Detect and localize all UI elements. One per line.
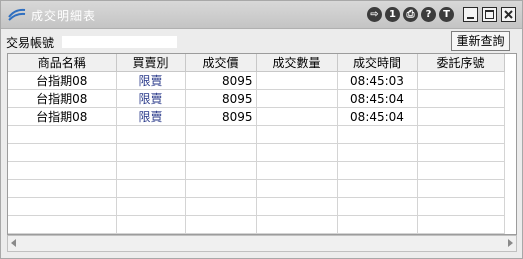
- t-icon[interactable]: T: [439, 7, 454, 22]
- close-icon: [504, 10, 513, 19]
- one-icon[interactable]: 1: [385, 7, 400, 22]
- table-row[interactable]: 台指期08 限賣 8095 08:45:03: [8, 71, 505, 90]
- maximize-icon: [485, 10, 494, 19]
- column-header[interactable]: 成交時間: [337, 54, 418, 72]
- help-icon[interactable]: ?: [421, 7, 436, 22]
- qty-cell: [256, 89, 338, 108]
- order-no-cell: [417, 71, 505, 90]
- time-cell: 08:45:03: [337, 71, 418, 90]
- window-title: 成交明細表: [31, 9, 97, 23]
- product-cell: 台指期08: [8, 71, 117, 90]
- price-cell: 8095: [185, 71, 257, 90]
- print-icon[interactable]: ⎙: [403, 7, 418, 22]
- app-logo-icon: [8, 8, 26, 21]
- trade-details-window: 成交明細表 ⇨ 1 ⎙ ? T 交易帳號 重新查詢 商品名稱 買賣別 成交價 成…: [0, 0, 523, 259]
- order-no-cell: [417, 89, 505, 108]
- column-header[interactable]: 成交價: [185, 54, 257, 72]
- close-button[interactable]: [501, 7, 516, 22]
- toolbar: 交易帳號: [1, 29, 522, 53]
- account-field[interactable]: [62, 36, 177, 48]
- column-header[interactable]: 委託序號: [417, 54, 505, 72]
- time-cell: 08:45:04: [337, 89, 418, 108]
- table-row[interactable]: 台指期08 限賣 8095 08:45:04: [8, 89, 505, 108]
- empty-row: [8, 179, 505, 198]
- side-cell: 限賣: [116, 89, 186, 108]
- minimize-icon: [467, 17, 474, 19]
- table-header: 商品名稱 買賣別 成交價 成交數量 成交時間 委託序號: [8, 54, 505, 72]
- empty-row: [8, 125, 505, 144]
- order-no-cell: [417, 107, 505, 126]
- product-cell: 台指期08: [8, 107, 117, 126]
- trade-table[interactable]: 商品名稱 買賣別 成交價 成交數量 成交時間 委託序號 台指期08 限賣 809…: [7, 53, 517, 235]
- empty-row: [8, 215, 505, 234]
- maximize-button[interactable]: [482, 7, 497, 22]
- product-cell: 台指期08: [8, 89, 117, 108]
- column-header[interactable]: 商品名稱: [8, 54, 117, 72]
- qty-cell: [256, 71, 338, 90]
- scroll-left-icon[interactable]: [11, 239, 16, 247]
- empty-row: [8, 197, 505, 216]
- account-label: 交易帳號: [6, 36, 55, 50]
- scroll-right-icon[interactable]: [508, 239, 513, 247]
- qty-cell: [256, 107, 338, 126]
- empty-row: [8, 143, 505, 162]
- table-row[interactable]: 台指期08 限賣 8095 08:45:04: [8, 107, 505, 126]
- column-header[interactable]: 買賣別: [116, 54, 186, 72]
- horizontal-scrollbar[interactable]: [7, 235, 517, 252]
- export-icon[interactable]: ⇨: [367, 7, 382, 22]
- time-cell: 08:45:04: [337, 107, 418, 126]
- minimize-button[interactable]: [463, 7, 478, 22]
- column-header[interactable]: 成交數量: [256, 54, 338, 72]
- empty-row: [8, 161, 505, 180]
- side-cell: 限賣: [116, 107, 186, 126]
- price-cell: 8095: [185, 89, 257, 108]
- title-bar: 成交明細表 ⇨ 1 ⎙ ? T: [1, 1, 522, 29]
- requery-button[interactable]: 重新查詢: [451, 31, 510, 51]
- side-cell: 限賣: [116, 71, 186, 90]
- price-cell: 8095: [185, 107, 257, 126]
